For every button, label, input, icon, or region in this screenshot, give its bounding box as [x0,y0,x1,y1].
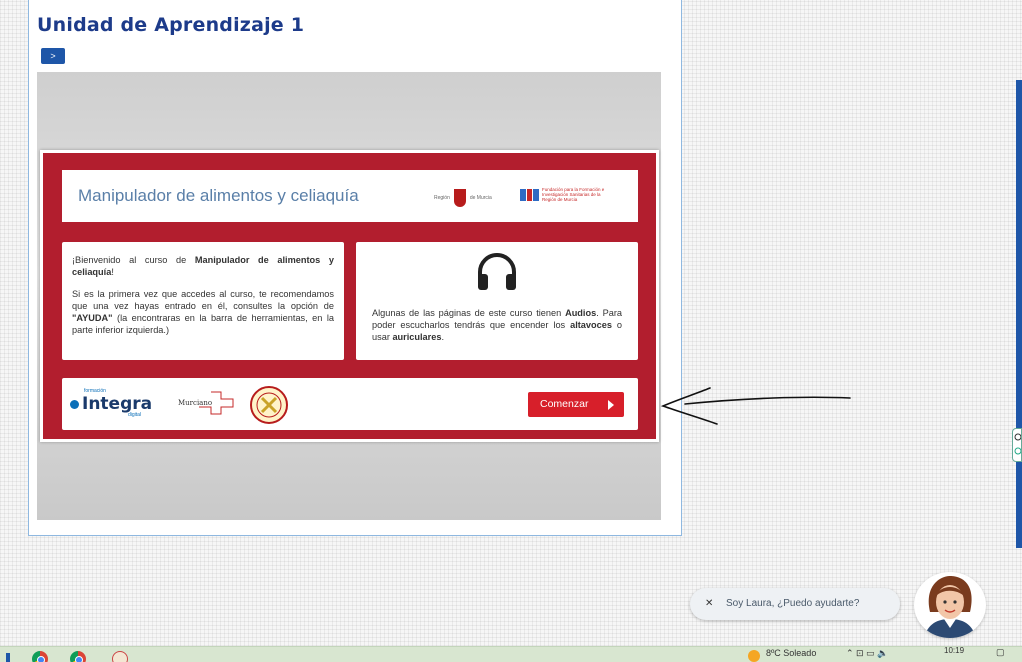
murciano-text: Murciano [178,399,213,407]
start-button-label: Comenzar [540,398,589,410]
start-button[interactable]: Comenzar [528,392,624,417]
side-widget[interactable] [1012,428,1022,462]
audio-box: Algunas de las páginas de este curso tie… [356,242,638,360]
ffis-mark-icon [520,188,539,201]
weather-icon [748,650,760,662]
tray-icons[interactable]: ⌃ ⊡ ▭ 🔈 [846,648,888,659]
assistant-avatar[interactable] [914,572,986,638]
expand-button[interactable]: > [41,48,65,64]
region-logo-text-right: de Murcia [469,195,492,201]
hand-drawn-arrow-icon [660,387,851,425]
slide-footer: formación Integra digital Murciano Comen… [62,378,638,430]
taskbar-start-icon[interactable] [6,653,10,662]
integra-sub: digital [128,412,142,418]
chat-message: Soy Laura, ¿Puedo ayudarte? [726,598,860,609]
chat-bubble[interactable]: ✕ Soy Laura, ¿Puedo ayudarte? [690,588,900,620]
chrome-icon[interactable] [70,651,86,662]
paint-icon[interactable] [112,651,128,662]
headphones-icon [478,253,516,290]
help-paragraph: Si es la primera vez que accedes al curs… [72,289,334,335]
region-murcia-logo: Región de Murcia [434,188,492,208]
slide-header: Manipulador de alimentos y celiaquía Reg… [62,170,638,222]
play-arrow-icon [608,400,614,410]
clock: 10:19 [944,646,965,655]
weather-text: 8ºC Soleado [766,648,817,658]
integra-word: Integra [82,394,153,414]
right-scroll-bar[interactable] [1016,80,1022,548]
audio-message: Algunas de las páginas de este curso tie… [372,308,622,342]
course-slide: Manipulador de alimentos y celiaquía Reg… [40,150,659,442]
course-panel: Unidad de Aprendizaje 1 > Manipulador de… [28,0,682,536]
region-logo-text-left: Región [434,195,450,201]
slide-title: Manipulador de alimentos y celiaquía [78,186,359,205]
region-shield-icon [453,189,466,207]
welcome-box: ¡Bienvenido al curso de Manipulador de a… [62,242,344,360]
settings-icon [1014,433,1022,455]
woman-avatar-icon [924,576,976,638]
chrome-icon[interactable] [32,651,48,662]
integra-dot-icon [70,399,79,409]
integra-small: formación [84,388,106,394]
chat-close-button[interactable]: ✕ [705,588,713,620]
course-player: Manipulador de alimentos y celiaquía Reg… [37,72,661,520]
association-seal-icon [250,386,288,424]
ffis-logo: Fundación para la Formación e Investigac… [520,187,606,202]
taskbar: 8ºC Soleado ⌃ ⊡ ▭ 🔈 10:19 ▢ [0,646,1022,662]
ffis-logo-text: Fundación para la Formación e Investigac… [542,187,605,202]
murciano-logo: Murciano [175,390,237,416]
notification-icon[interactable]: ▢ [996,647,1005,658]
welcome-paragraph: ¡Bienvenido al curso de Manipulador de a… [72,255,334,277]
unit-title: Unidad de Aprendizaje 1 [37,14,305,36]
integra-logo: formación Integra digital [70,388,153,418]
